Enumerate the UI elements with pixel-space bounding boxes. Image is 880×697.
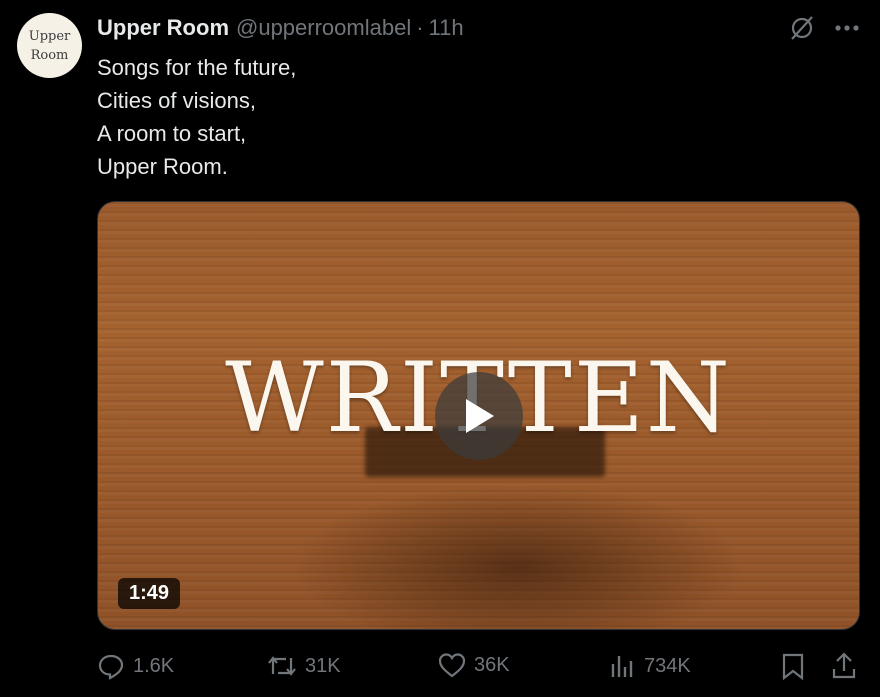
bookmark-button[interactable]: [781, 652, 805, 680]
views-button[interactable]: 734K: [608, 652, 691, 680]
avatar[interactable]: Upper Room: [17, 13, 82, 78]
views-icon: [611, 656, 633, 677]
view-count: 734K: [644, 654, 691, 677]
more-icon[interactable]: [834, 24, 860, 32]
avatar-text-line2: Room: [30, 47, 69, 63]
play-icon: [466, 399, 494, 433]
avatar-text-line1: Upper: [28, 28, 71, 44]
header-separator: ·: [416, 15, 424, 40]
top-actions: [788, 14, 860, 42]
video-duration: 1:49: [118, 578, 181, 609]
author-name[interactable]: Upper Room: [97, 15, 229, 41]
tweet-text: Songs for the future, Cities of visions,…: [97, 51, 296, 183]
repost-button[interactable]: 31K: [267, 652, 341, 680]
reply-button[interactable]: 1.6K: [97, 652, 174, 680]
reply-icon: [98, 654, 124, 680]
bookmark-icon: [782, 653, 804, 680]
post-time[interactable]: 11h: [429, 15, 464, 41]
tweet-line: A room to start,: [97, 121, 247, 146]
tweet-line: Cities of visions,: [97, 88, 256, 113]
like-button[interactable]: 36K: [438, 652, 510, 678]
reply-count: 1.6K: [133, 654, 175, 677]
share-icon: [832, 652, 856, 679]
play-button[interactable]: [435, 372, 523, 460]
tweet-line: Songs for the future,: [97, 55, 297, 80]
tweet-header: Upper Room @upperroomlabel · 11h: [97, 15, 464, 43]
like-count: 36K: [474, 653, 510, 676]
grok-icon[interactable]: [788, 14, 816, 42]
video-player[interactable]: WRITTEN 1:49: [97, 201, 860, 630]
share-button[interactable]: [831, 652, 857, 680]
action-bar: 1.6K 31K 36K 734K: [97, 652, 860, 682]
like-icon: [438, 653, 466, 678]
repost-count: 31K: [305, 654, 341, 677]
tweet-line: Upper Room.: [97, 154, 228, 179]
author-handle[interactable]: @upperroomlabel: [236, 15, 411, 41]
repost-icon: [268, 656, 296, 676]
